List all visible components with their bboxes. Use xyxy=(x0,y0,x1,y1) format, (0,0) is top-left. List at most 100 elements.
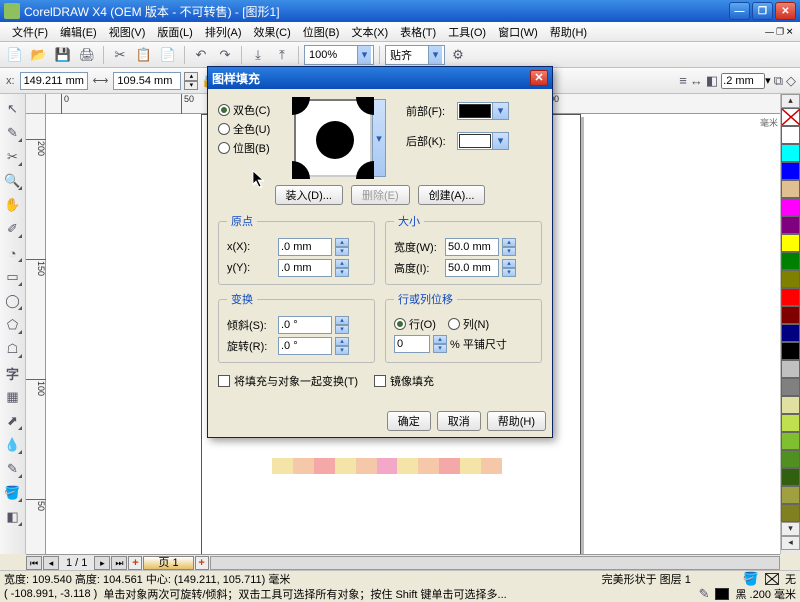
mdi-restore-button[interactable]: ❐ xyxy=(776,26,784,36)
redo-button[interactable]: ↷ xyxy=(214,44,236,66)
ruler-origin[interactable] xyxy=(26,94,46,114)
add-page-button[interactable]: + xyxy=(128,556,142,570)
skew-spinner[interactable]: ▴▾ xyxy=(335,316,349,334)
rectangle-tool[interactable]: ▭ xyxy=(2,266,24,288)
minimize-button[interactable]: — xyxy=(729,2,750,20)
snap-combo[interactable]: 贴齐▾ xyxy=(385,45,445,65)
dialog-titlebar[interactable]: 图样填充 ✕ xyxy=(208,67,552,89)
menu-effects[interactable]: 效果(C) xyxy=(248,22,297,42)
save-button[interactable]: 💾 xyxy=(52,44,74,66)
origin-x-input[interactable] xyxy=(278,238,332,256)
outline-swatch[interactable] xyxy=(715,588,729,600)
tile-width-input[interactable] xyxy=(445,238,499,256)
full-color-radio[interactable] xyxy=(218,123,230,135)
fill-swatch[interactable] xyxy=(765,573,779,585)
color-swatch-7[interactable] xyxy=(781,252,800,270)
zoom-value[interactable] xyxy=(309,49,357,61)
color-swatch-2[interactable] xyxy=(781,162,800,180)
new-button[interactable]: 📄 xyxy=(4,44,26,66)
mirror-fill-checkbox[interactable] xyxy=(374,375,386,387)
tile-height-input[interactable] xyxy=(445,259,499,277)
paste-button[interactable]: 📄 xyxy=(157,44,179,66)
dialog-close-button[interactable]: ✕ xyxy=(530,70,548,86)
menu-view[interactable]: 视图(V) xyxy=(103,22,152,42)
help-button[interactable]: 帮助(H) xyxy=(487,411,546,431)
color-swatch-17[interactable] xyxy=(781,432,800,450)
outline-width-combo[interactable]: ▾ xyxy=(721,73,771,89)
fill-tool[interactable]: 🪣 xyxy=(2,482,24,504)
crop-tool[interactable]: ✂ xyxy=(2,146,24,168)
color-swatch-6[interactable] xyxy=(781,234,800,252)
color-swatch-10[interactable] xyxy=(781,306,800,324)
import-button[interactable]: ⤓ xyxy=(247,44,269,66)
front-color-combo[interactable]: ▾ xyxy=(457,102,509,120)
transform-with-object-checkbox[interactable] xyxy=(218,375,230,387)
hand-tool[interactable]: ✋ xyxy=(2,194,24,216)
mdi-close-button[interactable]: ✕ xyxy=(786,26,793,36)
undo-button[interactable]: ↶ xyxy=(190,44,212,66)
color-swatch-4[interactable] xyxy=(781,198,800,216)
col-offset-radio[interactable] xyxy=(448,318,460,330)
next-page-button[interactable]: ▸ xyxy=(94,556,110,570)
eyedropper-tool[interactable]: 💧 xyxy=(2,434,24,456)
color-swatch-21[interactable] xyxy=(781,504,800,522)
back-color-combo[interactable]: ▾ xyxy=(457,132,509,150)
load-button[interactable]: 装入(D)... xyxy=(275,185,343,205)
ellipse-tool[interactable]: ◯ xyxy=(2,290,24,312)
outline-style-button[interactable]: ≡ xyxy=(679,73,687,88)
bitmap-radio[interactable] xyxy=(218,142,230,154)
cancel-button[interactable]: 取消 xyxy=(437,411,481,431)
palette-flyout[interactable]: ◂ xyxy=(781,536,800,550)
outline-tool[interactable]: ✎ xyxy=(2,458,24,480)
convert-button[interactable]: ◇ xyxy=(786,73,796,89)
color-swatch-20[interactable] xyxy=(781,486,800,504)
export-button[interactable]: ⤒ xyxy=(271,44,293,66)
width-input[interactable] xyxy=(113,72,181,90)
interactive-fill-tool[interactable]: ◧ xyxy=(2,506,24,528)
two-color-radio[interactable] xyxy=(218,104,230,116)
polygon-tool[interactable]: ⬠ xyxy=(2,314,24,336)
vertical-ruler[interactable]: 200 150 100 50 xyxy=(26,114,46,554)
width-spinner[interactable]: ▴▾ xyxy=(184,72,198,90)
add-page-after-button[interactable]: + xyxy=(195,556,209,570)
color-swatch-3[interactable] xyxy=(781,180,800,198)
cut-button[interactable]: ✂ xyxy=(109,44,131,66)
rotate-spinner[interactable]: ▴▾ xyxy=(335,337,349,355)
x-position-input[interactable] xyxy=(20,72,88,90)
color-swatch-19[interactable] xyxy=(781,468,800,486)
create-button[interactable]: 创建(A)... xyxy=(418,185,486,205)
pattern-preview[interactable] xyxy=(294,99,372,177)
rotate-input[interactable] xyxy=(278,337,332,355)
menu-window[interactable]: 窗口(W) xyxy=(492,22,544,42)
menu-edit[interactable]: 编辑(E) xyxy=(54,22,103,42)
page-tab-1[interactable]: 页 1 xyxy=(143,556,193,570)
color-swatch-16[interactable] xyxy=(781,414,800,432)
last-page-button[interactable]: ⏭ xyxy=(111,556,127,570)
color-swatch-5[interactable] xyxy=(781,216,800,234)
palette-up[interactable]: ▴ xyxy=(781,94,800,108)
prev-page-button[interactable]: ◂ xyxy=(43,556,59,570)
color-swatch-18[interactable] xyxy=(781,450,800,468)
offset-input[interactable] xyxy=(394,335,430,353)
options-button[interactable]: ⚙ xyxy=(447,44,469,66)
fill-button[interactable]: ◧ xyxy=(706,73,718,89)
origin-y-spinner[interactable]: ▴▾ xyxy=(335,259,349,277)
interactive-tool[interactable]: ⬈ xyxy=(2,410,24,432)
menu-tools[interactable]: 工具(O) xyxy=(442,22,492,42)
color-swatch-0[interactable] xyxy=(781,126,800,144)
color-swatch-12[interactable] xyxy=(781,342,800,360)
maximize-button[interactable]: ❐ xyxy=(752,2,773,20)
basic-shapes-tool[interactable]: ☖ xyxy=(2,338,24,360)
menu-table[interactable]: 表格(T) xyxy=(394,22,442,42)
zoom-combo[interactable]: ▾ xyxy=(304,45,374,65)
table-tool[interactable]: ▦ xyxy=(2,386,24,408)
no-color-swatch[interactable] xyxy=(781,108,800,126)
fill-indicator-icon[interactable]: 🪣 xyxy=(743,571,759,587)
wrap-button[interactable]: ⧉ xyxy=(774,73,783,89)
pick-tool[interactable]: ↖ xyxy=(2,98,24,120)
color-swatch-9[interactable] xyxy=(781,288,800,306)
outline-width-value[interactable] xyxy=(721,73,765,89)
origin-x-spinner[interactable]: ▴▾ xyxy=(335,238,349,256)
color-swatch-15[interactable] xyxy=(781,396,800,414)
horizontal-scrollbar[interactable] xyxy=(210,556,780,570)
